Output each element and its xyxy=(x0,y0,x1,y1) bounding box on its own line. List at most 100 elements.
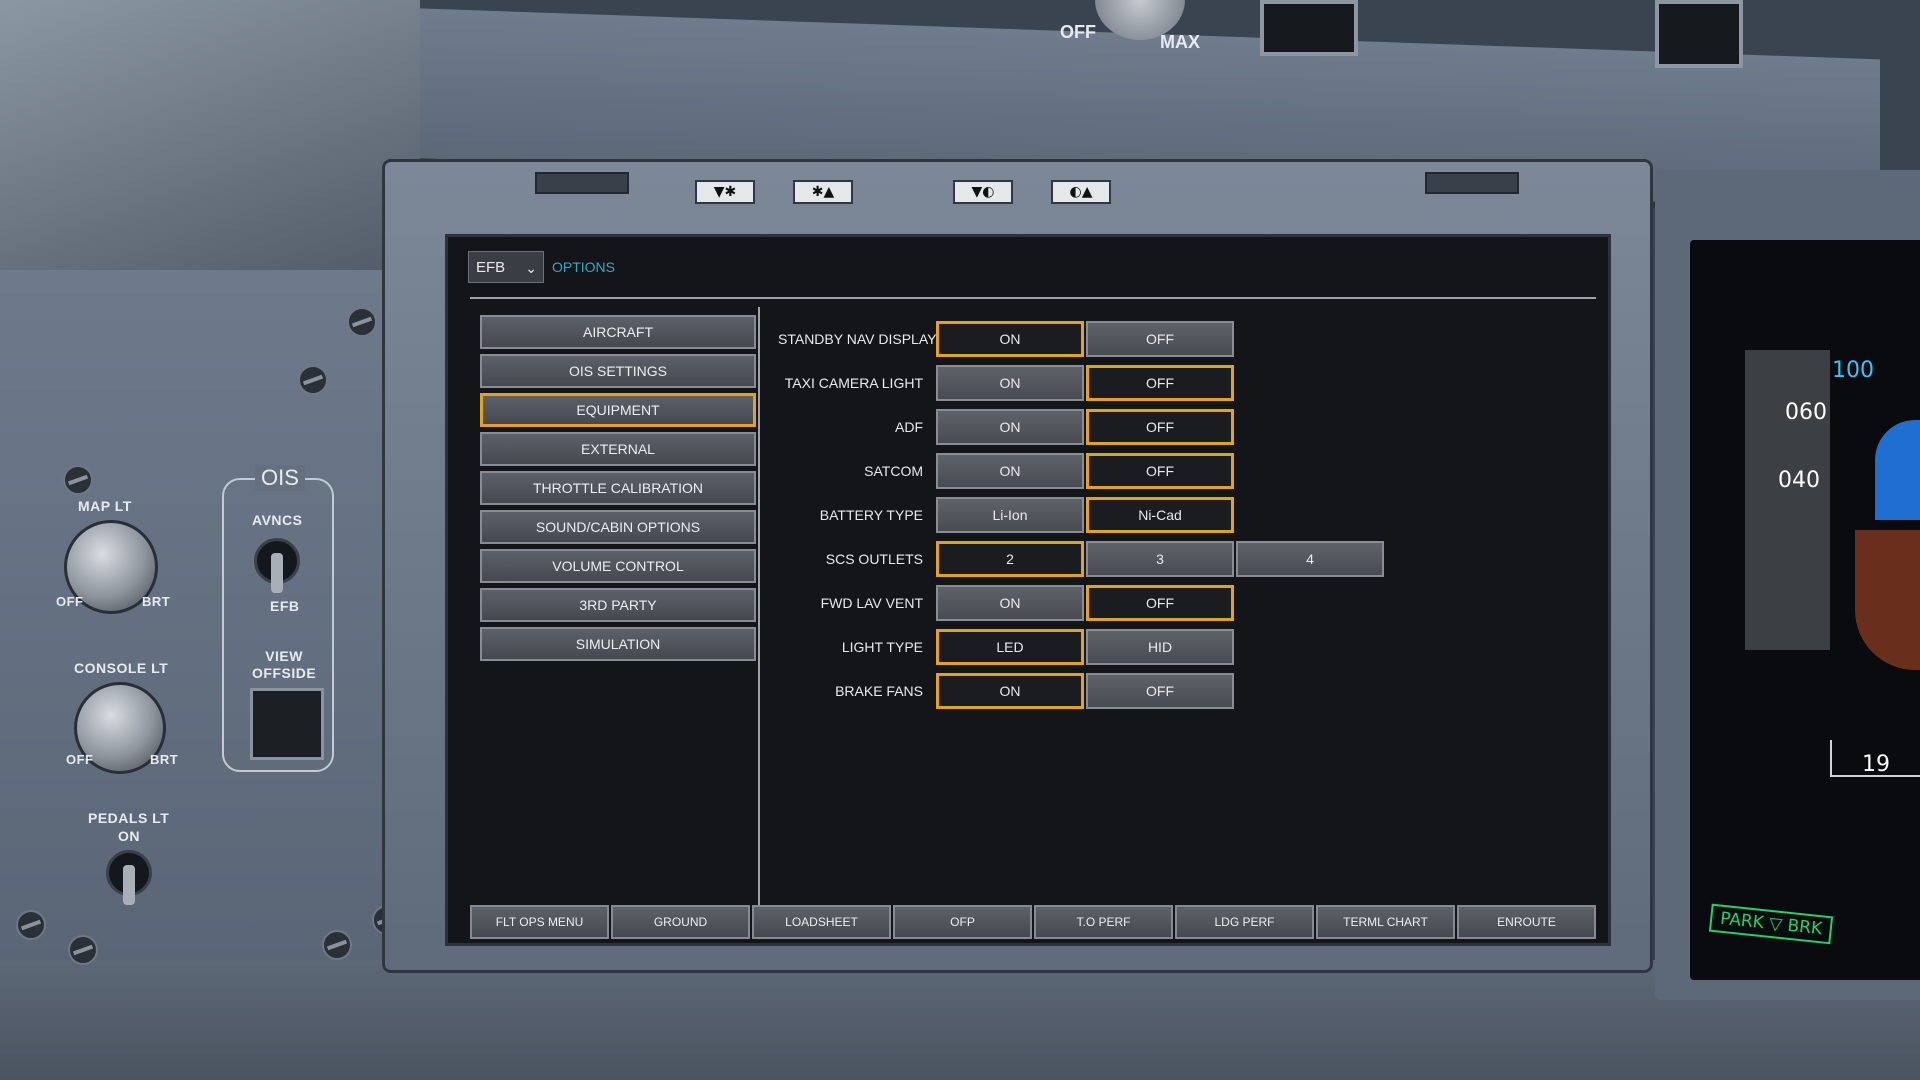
efb-bezel-keys: ▼✱ ✱▲ ▼◐ ◐▲ xyxy=(385,162,1650,204)
options-menu: AIRCRAFT OIS SETTINGS EQUIPMENT EXTERNAL THR… xyxy=(468,307,760,907)
brake-fans-on-button[interactable]: ON xyxy=(936,673,1084,709)
efb-device: ▼✱ ✱▲ ▼◐ ◐▲ EFB ⌄ OPTIONS AIRCRAFT OIS SE… xyxy=(385,162,1650,970)
standby-nav-display-off-button[interactable]: OFF xyxy=(1086,321,1234,357)
screw-icon xyxy=(68,935,98,965)
avncs-efb-label: EFB xyxy=(270,598,300,614)
option-label: SATCOM xyxy=(864,463,923,479)
battery-type-ni-cad-button[interactable]: Ni-Cad xyxy=(1086,497,1234,533)
tab-loadsheet[interactable]: LOADSHEET xyxy=(752,905,891,939)
pfd-ground xyxy=(1855,530,1920,670)
scs-outlets-3-button[interactable]: 3 xyxy=(1086,541,1234,577)
console-lt-label: CONSOLE LT xyxy=(74,660,169,676)
standby-nav-display-on-button[interactable]: ON xyxy=(936,321,1084,357)
console-lt-brt-label: BRT xyxy=(150,752,179,767)
overhead-button[interactable] xyxy=(1260,0,1358,56)
console-lt-off-label: OFF xyxy=(66,752,94,767)
view-offside-button[interactable] xyxy=(250,688,324,760)
option-row-fwd-lav-vent: FWD LAV VENT ON OFF xyxy=(778,585,1478,621)
contrast-up-key[interactable]: ◐▲ xyxy=(1051,180,1111,204)
option-label: BATTERY TYPE xyxy=(819,507,923,523)
lower-panel xyxy=(0,960,1920,1080)
tab-t-o-perf[interactable]: T.O PERF xyxy=(1034,905,1173,939)
taxi-camera-light-on-button[interactable]: ON xyxy=(936,365,1084,401)
map-lt-label: MAP LT xyxy=(78,498,132,514)
brake-fans-off-button[interactable]: OFF xyxy=(1086,673,1234,709)
menu-item-3rd-party[interactable]: 3RD PARTY xyxy=(480,588,756,622)
tab-terml-chart[interactable]: TERML CHART xyxy=(1316,905,1455,939)
left-control-panel xyxy=(0,270,410,970)
option-row-light-type: LIGHT TYPE LED HID xyxy=(778,629,1478,665)
satcom-off-button[interactable]: OFF xyxy=(1086,453,1234,489)
screw-icon xyxy=(347,307,377,337)
option-label: STANDBY NAV DISPLAY xyxy=(778,331,937,347)
pfd-speed-tape xyxy=(1745,350,1830,650)
option-row-standby-nav-display: STANDBY NAV DISPLAY ON OFF xyxy=(778,321,1478,357)
pfd-sky xyxy=(1875,420,1920,520)
menu-item-ois-settings[interactable]: OIS SETTINGS xyxy=(480,354,756,388)
pfd-speed-tick: 040 xyxy=(1778,468,1820,493)
menu-item-throttle-calibration[interactable]: THROTTLE CALIBRATION xyxy=(480,471,756,505)
battery-type-li-ion-button[interactable]: Li-Ion xyxy=(936,497,1084,533)
pfd-speed-target: 100 xyxy=(1832,358,1874,383)
efb-app-select[interactable]: EFB ⌄ xyxy=(468,251,544,283)
map-lt-off-label: OFF xyxy=(56,594,84,609)
efb-screen: EFB ⌄ OPTIONS AIRCRAFT OIS SETTINGS EQUIPM… xyxy=(445,234,1611,946)
option-row-adf: ADF ON OFF xyxy=(778,409,1478,445)
option-label: LIGHT TYPE xyxy=(841,639,923,655)
view-offside-label: VIEW OFFSIDE xyxy=(252,648,317,681)
efb-app-select-value: EFB xyxy=(476,259,506,276)
efb-bezel-slot xyxy=(535,172,629,194)
adf-on-button[interactable]: ON xyxy=(936,409,1084,445)
option-label: TAXI CAMERA LIGHT xyxy=(784,375,923,391)
pedals-lt-switch[interactable] xyxy=(106,850,152,905)
screw-icon xyxy=(16,910,46,940)
tab-flt-ops-menu[interactable]: FLT OPS MENU xyxy=(470,905,609,939)
light-type-led-button[interactable]: LED xyxy=(936,629,1084,665)
avncs-efb-switch[interactable] xyxy=(254,538,300,593)
overhead-off-label: OFF xyxy=(1060,22,1096,42)
tab-ground[interactable]: GROUND xyxy=(611,905,750,939)
menu-item-aircraft[interactable]: AIRCRAFT xyxy=(480,315,756,349)
tab-enroute[interactable]: ENROUTE xyxy=(1457,905,1596,939)
chevron-down-icon: ⌄ xyxy=(525,260,537,276)
tab-ofp[interactable]: OFP xyxy=(893,905,1032,939)
menu-item-external[interactable]: EXTERNAL xyxy=(480,432,756,466)
satcom-on-button[interactable]: ON xyxy=(936,453,1084,489)
option-label: SCS OUTLETS xyxy=(825,551,923,567)
fwd-lav-vent-off-button[interactable]: OFF xyxy=(1086,585,1234,621)
scs-outlets-4-button[interactable]: 4 xyxy=(1236,541,1384,577)
overhead-max-label: MAX xyxy=(1160,32,1200,52)
option-label: ADF xyxy=(895,419,923,435)
fwd-lav-vent-on-button[interactable]: ON xyxy=(936,585,1084,621)
contrast-down-key[interactable]: ▼◐ xyxy=(953,180,1013,204)
menu-item-equipment[interactable]: EQUIPMENT xyxy=(480,393,756,427)
adf-off-button[interactable]: OFF xyxy=(1086,409,1234,445)
menu-item-simulation[interactable]: SIMULATION xyxy=(480,627,756,661)
option-row-battery-type: BATTERY TYPE Li-Ion Ni-Cad xyxy=(778,497,1478,533)
option-row-brake-fans: BRAKE FANS ON OFF xyxy=(778,673,1478,709)
efb-bezel-slot xyxy=(1425,172,1519,194)
page-title: OPTIONS xyxy=(552,259,616,275)
avncs-label: AVNCS xyxy=(252,512,303,528)
option-label: FWD LAV VENT xyxy=(820,595,923,611)
taxi-camera-light-off-button[interactable]: OFF xyxy=(1086,365,1234,401)
brightness-up-key[interactable]: ✱▲ xyxy=(793,180,853,204)
menu-item-volume-control[interactable]: VOLUME CONTROL xyxy=(480,549,756,583)
option-label: BRAKE FANS xyxy=(835,683,923,699)
brightness-down-key[interactable]: ▼✱ xyxy=(695,180,755,204)
light-type-hid-button[interactable]: HID xyxy=(1086,629,1234,665)
ois-title: OIS xyxy=(255,465,305,491)
option-row-satcom: SATCOM ON OFF xyxy=(778,453,1478,489)
scs-outlets-2-button[interactable]: 2 xyxy=(936,541,1084,577)
screw-icon xyxy=(63,465,93,495)
pfd-speed-tick: 060 xyxy=(1785,400,1827,425)
pfd-heading-value: 19 xyxy=(1862,752,1890,777)
overhead-button[interactable] xyxy=(1655,0,1743,68)
efb-bottom-tabs: FLT OPS MENU GROUND LOADSHEET OFP T.O PERF LD… xyxy=(470,905,1596,939)
option-row-taxi-camera-light: TAXI CAMERA LIGHT ON OFF xyxy=(778,365,1478,401)
tab-ldg-perf[interactable]: LDG PERF xyxy=(1175,905,1314,939)
screw-icon xyxy=(298,365,328,395)
pedals-lt-label: PEDALS LT xyxy=(88,810,170,826)
pfd-display: 100 060 040 19 PARK ▽ BRK xyxy=(1690,240,1920,980)
menu-item-sound-cabin-options[interactable]: SOUND/CABIN OPTIONS xyxy=(480,510,756,544)
